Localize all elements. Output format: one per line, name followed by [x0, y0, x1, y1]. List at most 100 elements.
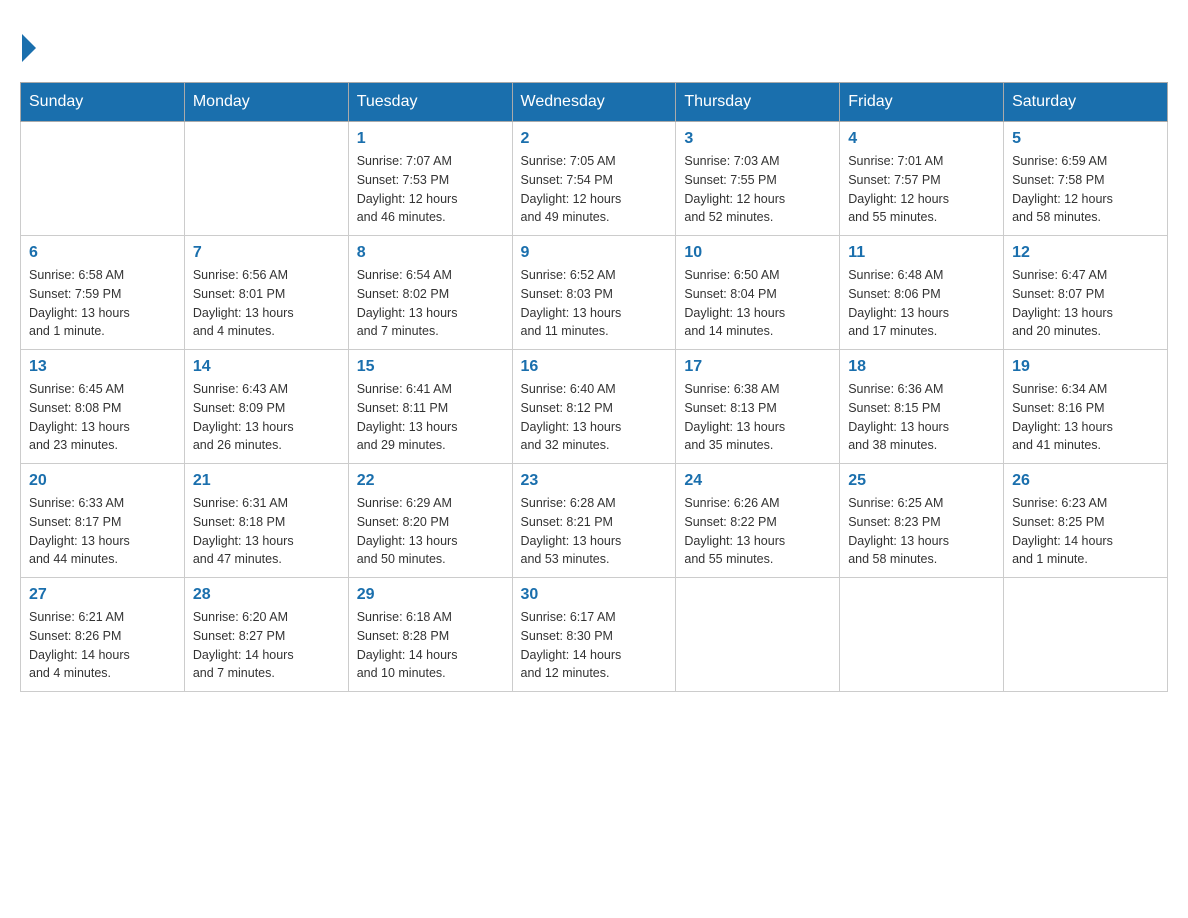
day-info: Sunrise: 6:43 AM Sunset: 8:09 PM Dayligh… [193, 380, 340, 455]
day-number: 11 [848, 244, 995, 262]
day-number: 1 [357, 130, 504, 148]
calendar-cell: 24 Sunrise: 6:26 AM Sunset: 8:22 PM Dayli… [676, 464, 840, 578]
calendar-cell [21, 122, 185, 236]
day-number: 10 [684, 244, 831, 262]
day-number: 2 [521, 130, 668, 148]
day-info: Sunrise: 6:17 AM Sunset: 8:30 PM Dayligh… [521, 608, 668, 683]
calendar-cell: 8 Sunrise: 6:54 AM Sunset: 8:02 PM Daylig… [348, 236, 512, 350]
day-info: Sunrise: 6:40 AM Sunset: 8:12 PM Dayligh… [521, 380, 668, 455]
week-row-4: 20 Sunrise: 6:33 AM Sunset: 8:17 PM Dayli… [21, 464, 1168, 578]
weekday-header-monday: Monday [184, 83, 348, 122]
day-number: 27 [29, 586, 176, 604]
day-info: Sunrise: 6:50 AM Sunset: 8:04 PM Dayligh… [684, 266, 831, 341]
day-number: 24 [684, 472, 831, 490]
week-row-5: 27 Sunrise: 6:21 AM Sunset: 8:26 PM Dayli… [21, 578, 1168, 692]
calendar-cell: 12 Sunrise: 6:47 AM Sunset: 8:07 PM Dayli… [1004, 236, 1168, 350]
day-info: Sunrise: 6:38 AM Sunset: 8:13 PM Dayligh… [684, 380, 831, 455]
day-number: 17 [684, 358, 831, 376]
day-number: 14 [193, 358, 340, 376]
day-info: Sunrise: 6:31 AM Sunset: 8:18 PM Dayligh… [193, 494, 340, 569]
day-info: Sunrise: 6:54 AM Sunset: 8:02 PM Dayligh… [357, 266, 504, 341]
logo-arrow-icon [22, 34, 36, 62]
page-header [20, 20, 1168, 62]
day-number: 30 [521, 586, 668, 604]
day-info: Sunrise: 6:56 AM Sunset: 8:01 PM Dayligh… [193, 266, 340, 341]
day-number: 13 [29, 358, 176, 376]
day-info: Sunrise: 6:59 AM Sunset: 7:58 PM Dayligh… [1012, 152, 1159, 227]
day-number: 3 [684, 130, 831, 148]
day-number: 9 [521, 244, 668, 262]
calendar-cell: 11 Sunrise: 6:48 AM Sunset: 8:06 PM Dayli… [840, 236, 1004, 350]
calendar-cell: 27 Sunrise: 6:21 AM Sunset: 8:26 PM Dayli… [21, 578, 185, 692]
day-info: Sunrise: 6:34 AM Sunset: 8:16 PM Dayligh… [1012, 380, 1159, 455]
day-info: Sunrise: 6:26 AM Sunset: 8:22 PM Dayligh… [684, 494, 831, 569]
calendar-cell: 6 Sunrise: 6:58 AM Sunset: 7:59 PM Daylig… [21, 236, 185, 350]
day-number: 12 [1012, 244, 1159, 262]
day-info: Sunrise: 7:03 AM Sunset: 7:55 PM Dayligh… [684, 152, 831, 227]
day-info: Sunrise: 7:07 AM Sunset: 7:53 PM Dayligh… [357, 152, 504, 227]
day-info: Sunrise: 6:21 AM Sunset: 8:26 PM Dayligh… [29, 608, 176, 683]
day-number: 6 [29, 244, 176, 262]
day-info: Sunrise: 6:28 AM Sunset: 8:21 PM Dayligh… [521, 494, 668, 569]
day-info: Sunrise: 6:25 AM Sunset: 8:23 PM Dayligh… [848, 494, 995, 569]
calendar-cell: 19 Sunrise: 6:34 AM Sunset: 8:16 PM Dayli… [1004, 350, 1168, 464]
calendar-table: SundayMondayTuesdayWednesdayThursdayFrid… [20, 82, 1168, 692]
calendar-cell: 18Sunrise: 6:36 AM Sunset: 8:15 PM Dayli… [840, 350, 1004, 464]
calendar-cell: 22Sunrise: 6:29 AM Sunset: 8:20 PM Dayli… [348, 464, 512, 578]
calendar-cell: 13 Sunrise: 6:45 AM Sunset: 8:08 PM Dayli… [21, 350, 185, 464]
calendar-cell: 14 Sunrise: 6:43 AM Sunset: 8:09 PM Dayli… [184, 350, 348, 464]
day-number: 20 [29, 472, 176, 490]
day-info: Sunrise: 6:58 AM Sunset: 7:59 PM Dayligh… [29, 266, 176, 341]
day-info: Sunrise: 6:48 AM Sunset: 8:06 PM Dayligh… [848, 266, 995, 341]
day-number: 16 [521, 358, 668, 376]
week-row-1: 1 Sunrise: 7:07 AM Sunset: 7:53 PM Daylig… [21, 122, 1168, 236]
calendar-cell: 30 Sunrise: 6:17 AM Sunset: 8:30 PM Dayli… [512, 578, 676, 692]
calendar-cell: 1 Sunrise: 7:07 AM Sunset: 7:53 PM Daylig… [348, 122, 512, 236]
day-number: 8 [357, 244, 504, 262]
calendar-cell: 9Sunrise: 6:52 AM Sunset: 8:03 PM Daylig… [512, 236, 676, 350]
day-number: 21 [193, 472, 340, 490]
day-info: Sunrise: 6:18 AM Sunset: 8:28 PM Dayligh… [357, 608, 504, 683]
day-number: 7 [193, 244, 340, 262]
calendar-cell: 3 Sunrise: 7:03 AM Sunset: 7:55 PM Daylig… [676, 122, 840, 236]
calendar-cell: 28Sunrise: 6:20 AM Sunset: 8:27 PM Dayli… [184, 578, 348, 692]
calendar-cell: 10 Sunrise: 6:50 AM Sunset: 8:04 PM Dayli… [676, 236, 840, 350]
day-info: Sunrise: 6:20 AM Sunset: 8:27 PM Dayligh… [193, 608, 340, 683]
day-info: Sunrise: 6:29 AM Sunset: 8:20 PM Dayligh… [357, 494, 504, 569]
day-info: Sunrise: 6:45 AM Sunset: 8:08 PM Dayligh… [29, 380, 176, 455]
calendar-cell: 15 Sunrise: 6:41 AM Sunset: 8:11 PM Dayli… [348, 350, 512, 464]
calendar-cell: 26 Sunrise: 6:23 AM Sunset: 8:25 PM Dayli… [1004, 464, 1168, 578]
day-info: Sunrise: 6:36 AM Sunset: 8:15 PM Dayligh… [848, 380, 995, 455]
day-info: Sunrise: 6:47 AM Sunset: 8:07 PM Dayligh… [1012, 266, 1159, 341]
calendar-cell [840, 578, 1004, 692]
weekday-header-wednesday: Wednesday [512, 83, 676, 122]
weekday-header-saturday: Saturday [1004, 83, 1168, 122]
calendar-cell [676, 578, 840, 692]
logo [20, 20, 36, 62]
day-number: 19 [1012, 358, 1159, 376]
calendar-cell: 29 Sunrise: 6:18 AM Sunset: 8:28 PM Dayli… [348, 578, 512, 692]
weekday-header-friday: Friday [840, 83, 1004, 122]
day-info: Sunrise: 7:01 AM Sunset: 7:57 PM Dayligh… [848, 152, 995, 227]
day-number: 23 [521, 472, 668, 490]
calendar-cell: 21 Sunrise: 6:31 AM Sunset: 8:18 PM Dayli… [184, 464, 348, 578]
calendar-cell: 20 Sunrise: 6:33 AM Sunset: 8:17 PM Dayli… [21, 464, 185, 578]
calendar-cell: 4Sunrise: 7:01 AM Sunset: 7:57 PM Daylig… [840, 122, 1004, 236]
day-info: Sunrise: 6:41 AM Sunset: 8:11 PM Dayligh… [357, 380, 504, 455]
day-number: 15 [357, 358, 504, 376]
weekday-header-thursday: Thursday [676, 83, 840, 122]
weekday-header-tuesday: Tuesday [348, 83, 512, 122]
calendar-cell: 16 Sunrise: 6:40 AM Sunset: 8:12 PM Dayli… [512, 350, 676, 464]
calendar-cell: 7 Sunrise: 6:56 AM Sunset: 8:01 PM Daylig… [184, 236, 348, 350]
calendar-cell [1004, 578, 1168, 692]
calendar-cell: 2Sunrise: 7:05 AM Sunset: 7:54 PM Daylig… [512, 122, 676, 236]
day-number: 26 [1012, 472, 1159, 490]
calendar-cell [184, 122, 348, 236]
calendar-cell: 17 Sunrise: 6:38 AM Sunset: 8:13 PM Dayli… [676, 350, 840, 464]
day-info: Sunrise: 6:33 AM Sunset: 8:17 PM Dayligh… [29, 494, 176, 569]
day-info: Sunrise: 6:23 AM Sunset: 8:25 PM Dayligh… [1012, 494, 1159, 569]
day-number: 25 [848, 472, 995, 490]
day-number: 5 [1012, 130, 1159, 148]
weekday-header-sunday: Sunday [21, 83, 185, 122]
day-number: 29 [357, 586, 504, 604]
